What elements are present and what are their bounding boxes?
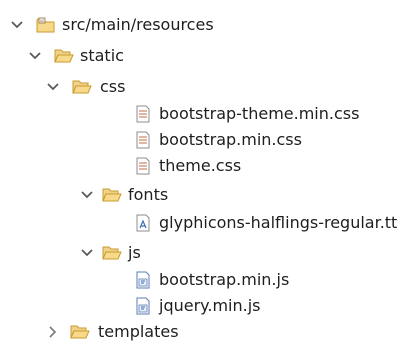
tree-item-label: css [100, 77, 126, 96]
tree-item-label: bootstrap-theme.min.css [159, 104, 360, 123]
js-file-icon [136, 297, 150, 315]
tree-item-label: jquery.min.js [159, 296, 261, 315]
chevron-down-icon[interactable] [80, 188, 94, 202]
project-explorer-tree: src/main/resources static css bootstrap-… [0, 0, 411, 344]
tree-item-fonts[interactable]: fonts [0, 182, 411, 208]
chevron-down-icon[interactable] [46, 80, 60, 94]
chevron-down-icon[interactable] [10, 18, 24, 32]
tree-item-label: bootstrap.min.css [159, 130, 302, 149]
chevron-down-icon[interactable] [28, 49, 42, 63]
tree-item-js[interactable]: js [0, 240, 411, 266]
tree-item-bootstrap-min-js[interactable]: bootstrap.min.js [0, 267, 411, 293]
tree-item-glyphicons-halflings-regular[interactable]: glyphicons-halflings-regular.tt [0, 210, 411, 236]
tree-item-templates[interactable]: templates [0, 319, 411, 344]
open-folder-icon [72, 80, 92, 94]
tree-item-label: static [80, 46, 124, 65]
open-folder-icon [102, 188, 122, 202]
tree-item-label: glyphicons-halflings-regular.tt [159, 213, 398, 232]
tree-item-bootstrap-theme-min-css[interactable]: bootstrap-theme.min.css [0, 101, 411, 127]
css-file-icon [136, 131, 150, 149]
tree-item-jquery-min-js[interactable]: jquery.min.js [0, 293, 411, 319]
tree-item-label: src/main/resources [62, 15, 214, 34]
open-folder-icon [70, 325, 90, 339]
tree-item-css[interactable]: css [0, 74, 411, 100]
open-folder-icon [54, 49, 74, 63]
font-file-icon [136, 214, 150, 232]
js-file-icon [136, 271, 150, 289]
tree-item-label: bootstrap.min.js [159, 270, 290, 289]
tree-item-label: fonts [128, 185, 169, 204]
tree-item-src-main-resources[interactable]: src/main/resources [0, 12, 411, 38]
open-folder-icon [102, 246, 122, 260]
source-folder-icon [36, 17, 55, 33]
tree-item-static[interactable]: static [0, 43, 411, 69]
tree-item-theme-css[interactable]: theme.css [0, 153, 411, 179]
css-file-icon [136, 105, 150, 123]
chevron-down-icon[interactable] [80, 246, 94, 260]
tree-item-bootstrap-min-css[interactable]: bootstrap.min.css [0, 127, 411, 153]
tree-item-label: js [128, 243, 141, 262]
tree-item-label: theme.css [159, 156, 242, 175]
css-file-icon [136, 157, 150, 175]
chevron-right-icon[interactable] [46, 325, 60, 339]
tree-item-label: templates [98, 322, 179, 341]
